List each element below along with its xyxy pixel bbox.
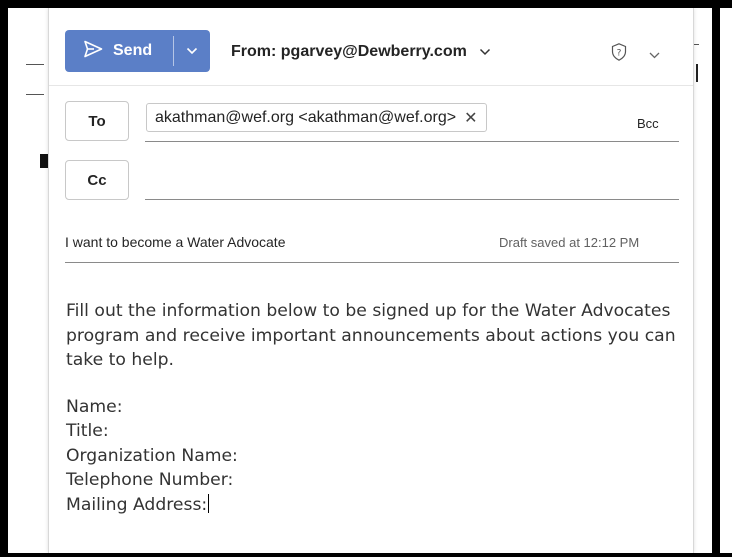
- chevron-down-icon[interactable]: [649, 46, 660, 64]
- compose-pane: Send From: pgarvey@Dewberry.com ? To aka…: [48, 8, 694, 553]
- svg-text:?: ?: [617, 48, 622, 58]
- to-button[interactable]: To: [65, 101, 129, 141]
- field-title: Title:: [66, 421, 109, 441]
- subject-field[interactable]: I want to become a Water Advocate: [65, 234, 286, 250]
- text-cursor: [208, 493, 210, 513]
- recipient-chip-label: akathman@wef.org <akathman@wef.org>: [155, 108, 457, 126]
- recipient-chip[interactable]: akathman@wef.org <akathman@wef.org> ✕: [146, 103, 487, 132]
- send-button[interactable]: Send: [65, 30, 173, 72]
- send-icon: [83, 40, 113, 63]
- message-body[interactable]: Fill out the information below to be sig…: [66, 299, 686, 517]
- send-button-group: Send: [65, 30, 210, 72]
- cc-input[interactable]: [146, 168, 670, 200]
- from-label: From: pgarvey@Dewberry.com: [231, 43, 467, 60]
- cc-field-underline: [145, 199, 679, 200]
- background-mark: [696, 64, 698, 82]
- toolbar-divider: [49, 85, 693, 86]
- background-mark: [40, 154, 48, 168]
- frame-border-bottom: [0, 553, 732, 557]
- frame-border-right: [712, 0, 720, 557]
- background-rule: [26, 94, 44, 95]
- close-icon[interactable]: ✕: [464, 108, 477, 128]
- field-mailing-address-label: Mailing Address:: [66, 494, 208, 515]
- to-field-underline: [145, 141, 679, 142]
- bcc-button[interactable]: Bcc: [637, 116, 659, 131]
- frame-border-left: [0, 0, 8, 557]
- field-telephone: Telephone Number:: [66, 470, 234, 490]
- send-options-button[interactable]: [174, 30, 210, 72]
- field-organization: Organization Name:: [66, 445, 238, 466]
- background-rule: [26, 64, 44, 65]
- send-label: Send: [113, 42, 153, 59]
- draft-status: Draft saved at 12:12 PM: [499, 235, 640, 250]
- field-mailing-address: Mailing Address:: [66, 493, 686, 518]
- chevron-down-icon: [479, 43, 491, 61]
- chevron-down-icon: [186, 42, 198, 60]
- field-name: Name:: [66, 396, 123, 417]
- sensitivity-icon[interactable]: ?: [609, 42, 629, 62]
- background-document-right: [693, 8, 712, 553]
- cc-button[interactable]: Cc: [65, 160, 129, 200]
- subject-underline: [65, 262, 679, 263]
- background-document-left: [8, 8, 48, 553]
- intro-paragraph: Fill out the information below to be sig…: [66, 301, 676, 370]
- frame-border-top: [0, 0, 732, 8]
- from-account-button[interactable]: From: pgarvey@Dewberry.com: [231, 37, 491, 67]
